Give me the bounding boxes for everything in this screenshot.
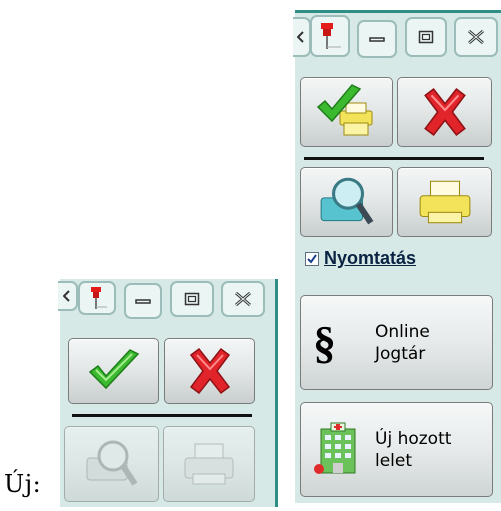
checkmark-icon	[88, 349, 139, 390]
separator-line	[72, 414, 252, 417]
minimize-icon[interactable]	[124, 283, 162, 319]
page: Új: Nyomtatás § Online Jogtár Új hozott …	[0, 0, 501, 511]
preview-button[interactable]	[64, 426, 159, 502]
paragraph-sign-icon: §	[313, 317, 336, 368]
print-checkbox[interactable]	[305, 252, 319, 266]
restore-icon[interactable]	[170, 281, 214, 317]
online-jogtar-button[interactable]: § Online Jogtár	[300, 295, 493, 390]
red-x-icon	[189, 347, 230, 395]
pin-icon[interactable]	[310, 15, 350, 57]
minimize-icon[interactable]	[357, 20, 397, 58]
online-jogtar-label: Online Jogtár	[375, 321, 430, 364]
new-finding-button[interactable]: Új hozott lelet	[300, 402, 493, 497]
cancel-button[interactable]	[397, 77, 492, 147]
print-preview-icon	[86, 440, 137, 486]
red-x-icon	[423, 88, 466, 136]
pin-icon[interactable]	[78, 281, 116, 315]
cancel-button[interactable]	[164, 338, 255, 404]
hospital-building-icon	[314, 422, 356, 474]
print-preview-icon	[320, 177, 373, 225]
partial-arrow-icon[interactable]	[58, 281, 78, 311]
partial-arrow-icon[interactable]	[293, 17, 311, 57]
check-printer-icon	[316, 84, 372, 136]
print-button[interactable]	[397, 167, 492, 237]
printer-icon	[419, 180, 470, 224]
caption-label: Új:	[4, 470, 42, 498]
new-finding-label: Új hozott lelet	[375, 428, 452, 471]
separator-line	[304, 157, 484, 160]
print-button[interactable]	[163, 426, 255, 502]
restore-icon[interactable]	[405, 17, 447, 57]
print-checkbox-label[interactable]: Nyomtatás	[324, 248, 416, 269]
preview-button[interactable]	[300, 167, 393, 237]
confirm-print-button[interactable]	[300, 77, 393, 147]
close-icon[interactable]	[221, 281, 265, 317]
confirm-button[interactable]	[68, 338, 159, 404]
checkbox-check-icon	[307, 254, 317, 264]
close-icon[interactable]	[454, 17, 498, 57]
printer-icon	[184, 443, 234, 485]
